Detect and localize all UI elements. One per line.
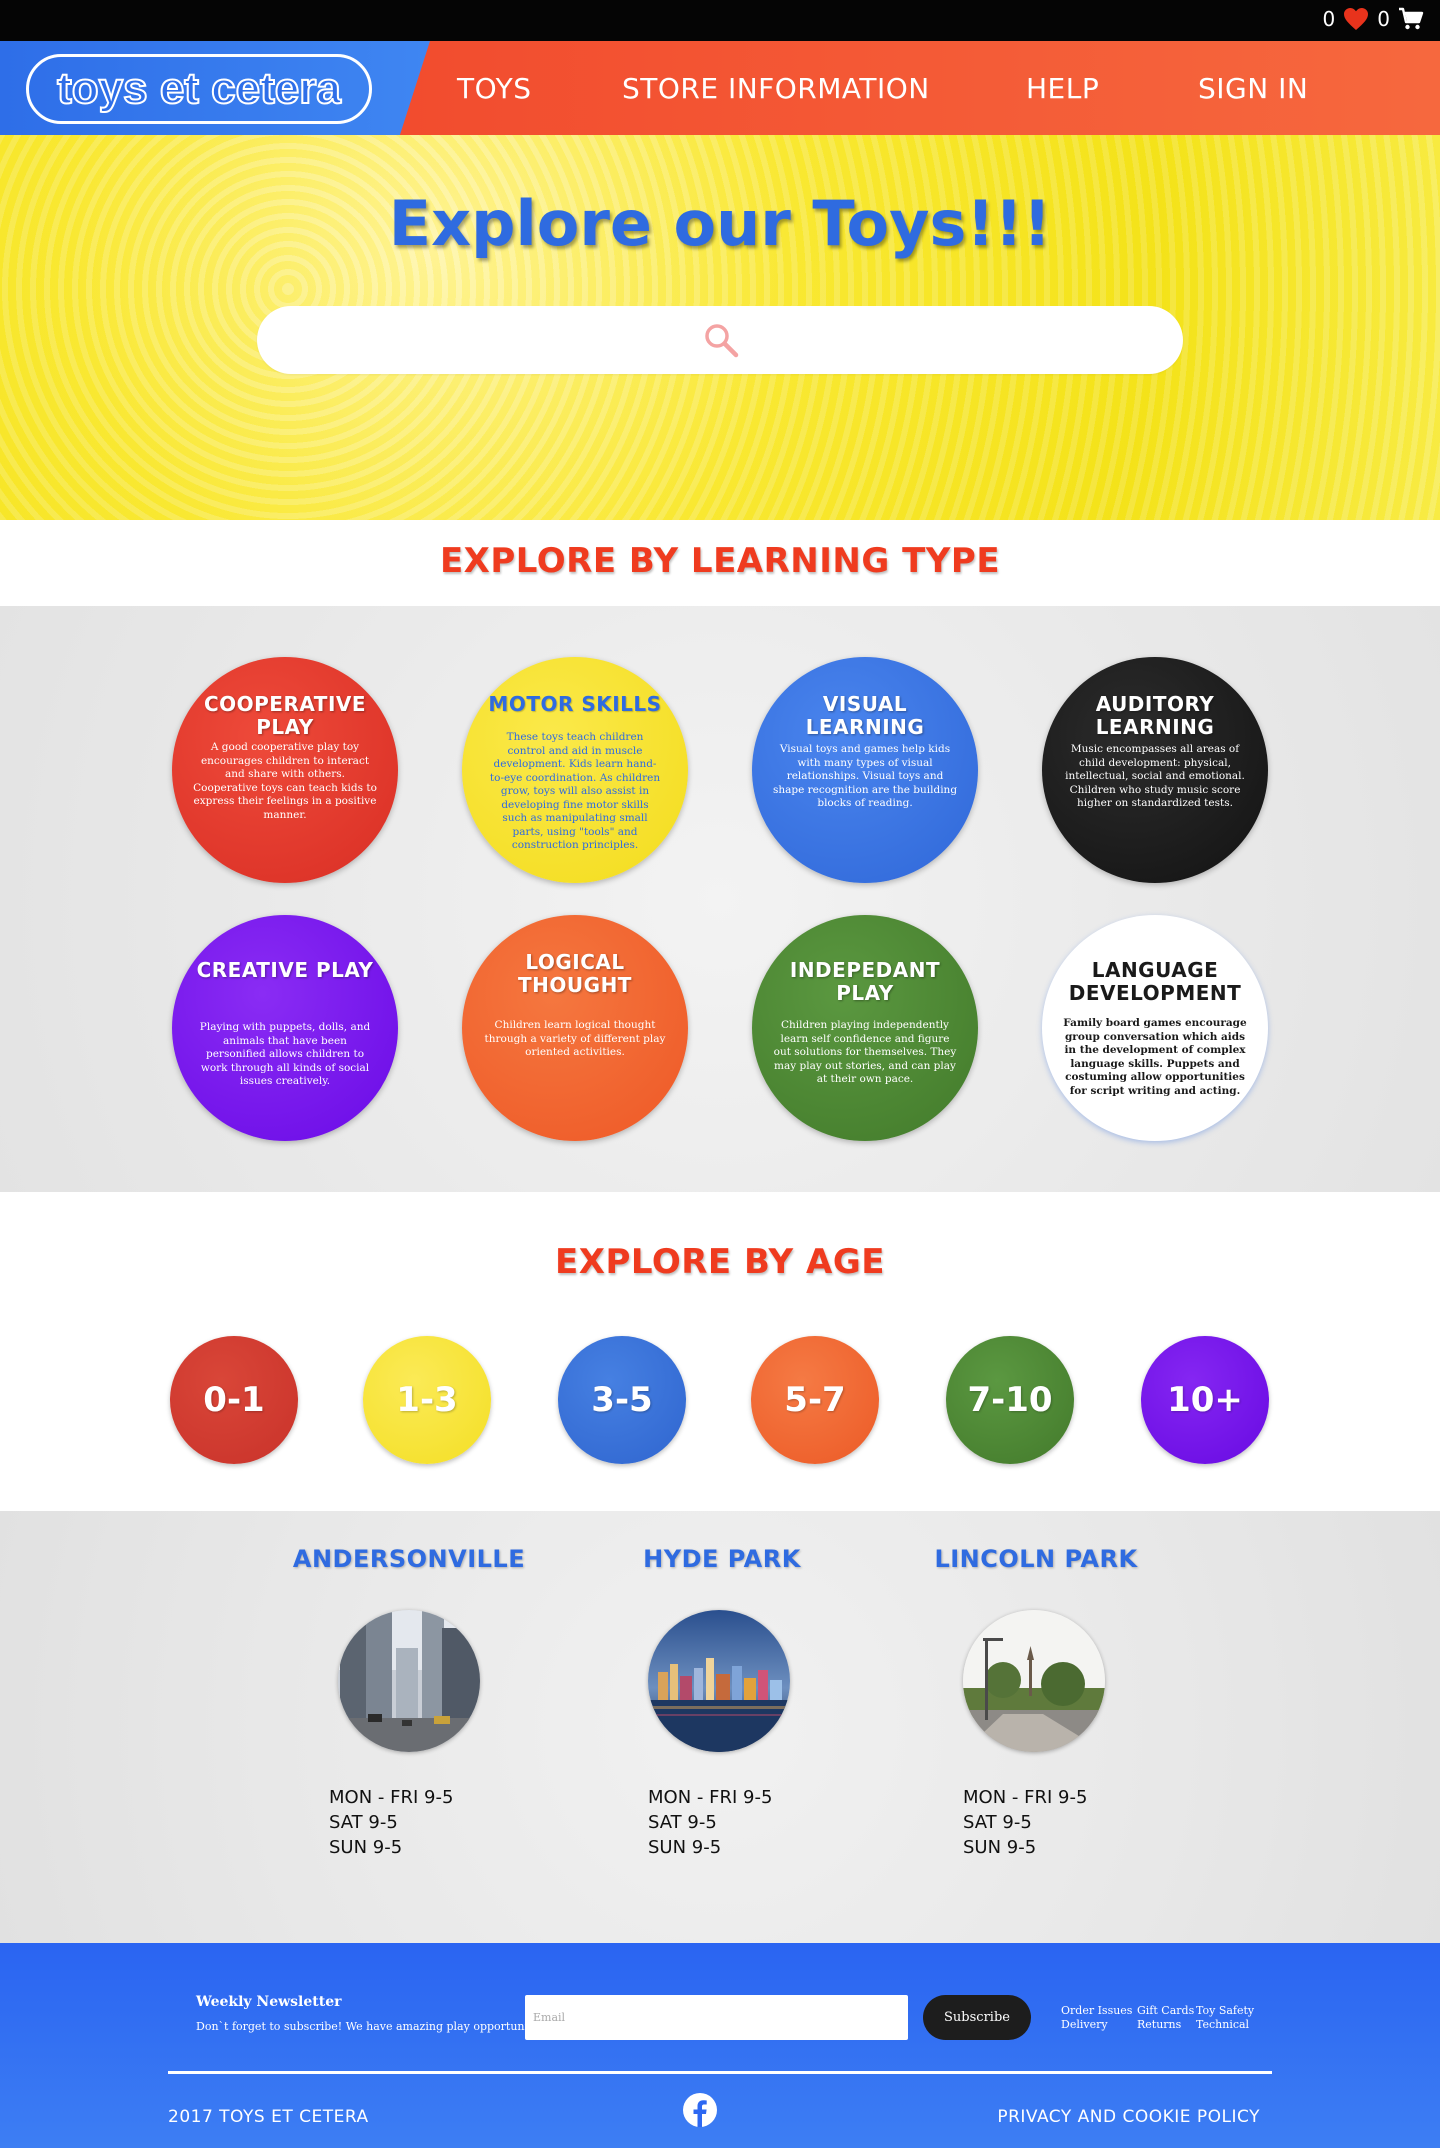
- age-1-3[interactable]: 1-3: [363, 1336, 491, 1464]
- heart-icon[interactable]: [1343, 7, 1369, 31]
- location-hours-andersonville: MON - FRI 9-5 SAT 9-5 SUN 9-5: [329, 1785, 453, 1860]
- site-footer: Weekly Newsletter Don`t forget to subscr…: [0, 1943, 1440, 2148]
- hours-line: MON - FRI 9-5: [648, 1787, 773, 1808]
- facebook-icon[interactable]: [683, 2093, 717, 2127]
- footer-link-toy-safety[interactable]: Toy Safety: [1196, 2004, 1254, 2018]
- nav-help[interactable]: HELP: [1026, 41, 1099, 135]
- learning-desc: A good cooperative play toy encourages c…: [193, 741, 377, 821]
- learning-motor-skills[interactable]: MOTOR SKILLS These toys teach children c…: [462, 657, 688, 883]
- learning-desc: Family board games encourage group conve…: [1063, 1017, 1247, 1097]
- store-locations: ANDERSONVILLE MON - FRI 9-5 SAT 9-5 SUN …: [0, 1511, 1440, 1943]
- location-photo-lincoln-park: [963, 1610, 1105, 1752]
- location-name-andersonville[interactable]: ANDERSONVILLE: [286, 1545, 532, 1573]
- learning-indepedant-play[interactable]: INDEPEDANT PLAY Children playing indepen…: [752, 915, 978, 1141]
- learning-title: MOTOR SKILLS: [488, 692, 662, 716]
- subscribe-button[interactable]: Subscribe: [923, 1995, 1031, 2040]
- learning-cooperative-play[interactable]: COOPERATIVE PLAY A good cooperative play…: [172, 657, 398, 883]
- learning-desc: Playing with puppets, dolls, and animals…: [199, 1021, 371, 1087]
- footer-link-delivery[interactable]: Delivery: [1061, 2018, 1108, 2032]
- search-input[interactable]: [257, 306, 1183, 374]
- learning-type-heading: EXPLORE BY LEARNING TYPE: [439, 541, 1001, 581]
- hours-line: SAT 9-5: [329, 1812, 398, 1833]
- learning-desc: Children playing independently learn sel…: [773, 1019, 957, 1085]
- age-7-10[interactable]: 7-10: [946, 1336, 1074, 1464]
- learning-title: LOGICAL THOUGHT: [518, 950, 632, 997]
- learning-desc: Children learn logical thought through a…: [484, 1019, 666, 1058]
- site-logo[interactable]: toys et cetera: [26, 54, 372, 124]
- learning-type-grid: COOPERATIVE PLAY A good cooperative play…: [0, 606, 1440, 1192]
- search-icon[interactable]: [702, 321, 740, 359]
- footer-link-returns[interactable]: Returns: [1137, 2018, 1181, 2032]
- newsletter-title: Weekly Newsletter: [196, 1994, 342, 2010]
- footer-link-technical[interactable]: Technical: [1196, 2018, 1249, 2032]
- hours-line: SUN 9-5: [963, 1837, 1037, 1858]
- footer-link-gift-cards[interactable]: Gift Cards: [1137, 2004, 1194, 2018]
- utility-bar: 0 0: [0, 0, 1440, 41]
- cart-count: 0: [1377, 7, 1390, 31]
- hero-banner: Explore our Toys!!!: [0, 135, 1440, 520]
- hours-line: MON - FRI 9-5: [329, 1787, 454, 1808]
- learning-title: COOPERATIVE PLAY: [203, 692, 367, 739]
- hero-title: Explore our Toys!!!: [388, 187, 1052, 260]
- newsletter-email-input[interactable]: [525, 1995, 908, 2040]
- footer-divider: [168, 2071, 1272, 2074]
- cart-summary: 0 0: [1323, 7, 1424, 31]
- age-3-5[interactable]: 3-5: [558, 1336, 686, 1464]
- learning-title: AUDITORY LEARNING: [1095, 692, 1215, 739]
- nav-sign-in[interactable]: SIGN IN: [1198, 41, 1308, 135]
- learning-language-development[interactable]: LANGUAGE DEVELOPMENT Family board games …: [1042, 915, 1268, 1141]
- location-name-lincoln-park[interactable]: LINCOLN PARK: [920, 1545, 1152, 1573]
- learning-desc: Visual toys and games help kids with man…: [772, 743, 958, 809]
- learning-title: LANGUAGE DEVELOPMENT: [1068, 958, 1242, 1005]
- learning-title: CREATIVE PLAY: [196, 958, 374, 982]
- learning-auditory-learning[interactable]: AUDITORY LEARNING Music encompasses all …: [1042, 657, 1268, 883]
- footer-link-order-issues[interactable]: Order Issues: [1061, 2004, 1132, 2018]
- newsletter-subtitle: Don`t forget to subscribe! We have amazi…: [196, 2020, 553, 2033]
- learning-logical-thought[interactable]: LOGICAL THOUGHT Children learn logical t…: [462, 915, 688, 1141]
- learning-title: VISUAL LEARNING: [805, 692, 925, 739]
- hours-line: SUN 9-5: [648, 1837, 722, 1858]
- privacy-policy-link[interactable]: PRIVACY AND COOKIE POLICY: [997, 2107, 1260, 2127]
- site-header: toys et cetera TOYS STORE INFORMATION HE…: [0, 41, 1440, 135]
- location-photo-hyde-park: [648, 1610, 790, 1752]
- age-10-plus[interactable]: 10+: [1141, 1336, 1269, 1464]
- age-5-7[interactable]: 5-7: [751, 1336, 879, 1464]
- hours-line: SAT 9-5: [963, 1812, 1032, 1833]
- learning-desc: These toys teach children control and ai…: [489, 731, 661, 851]
- location-hours-hyde-park: MON - FRI 9-5 SAT 9-5 SUN 9-5: [648, 1785, 772, 1860]
- hours-line: SAT 9-5: [648, 1812, 717, 1833]
- cart-icon[interactable]: [1398, 7, 1424, 31]
- nav-toys[interactable]: TOYS: [457, 41, 532, 135]
- learning-desc: Music encompasses all areas of child dev…: [1065, 743, 1245, 809]
- location-photo-andersonville: [338, 1610, 480, 1752]
- age-0-1[interactable]: 0-1: [170, 1336, 298, 1464]
- learning-visual-learning[interactable]: VISUAL LEARNING Visual toys and games he…: [752, 657, 978, 883]
- location-name-hyde-park[interactable]: HYDE PARK: [610, 1545, 834, 1573]
- nav-store-information[interactable]: STORE INFORMATION: [622, 41, 930, 135]
- learning-title: INDEPEDANT PLAY: [789, 958, 941, 1005]
- hours-line: MON - FRI 9-5: [963, 1787, 1088, 1808]
- copyright: 2017 TOYS ET CETERA: [168, 2107, 369, 2127]
- wishlist-count: 0: [1322, 7, 1336, 31]
- location-hours-lincoln-park: MON - FRI 9-5 SAT 9-5 SUN 9-5: [963, 1785, 1087, 1860]
- age-heading: EXPLORE BY AGE: [555, 1242, 885, 1282]
- hours-line: SUN 9-5: [329, 1837, 403, 1858]
- learning-creative-play[interactable]: CREATIVE PLAY Playing with puppets, doll…: [172, 915, 398, 1141]
